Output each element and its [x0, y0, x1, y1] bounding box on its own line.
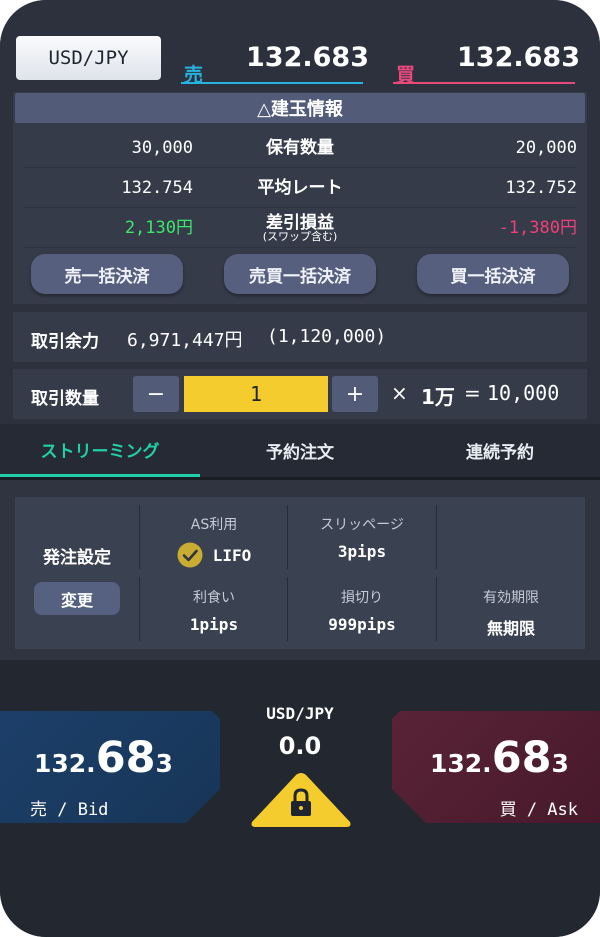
margin-value: 6,971,447円	[127, 330, 243, 351]
as-setting-header: AS利用	[190, 517, 238, 533]
stop-loss-cell[interactable]: 損切り 999pips	[288, 587, 436, 634]
stop-loss-value: 999pips	[328, 615, 396, 634]
quantity-label: 取引数量	[31, 389, 99, 409]
position-row-pnl: 2,130円 差引損益 (スワップ含む) -1,380円	[23, 208, 577, 248]
as-setting-value: LIFO	[212, 545, 252, 565]
bid-price-fraction: 3	[155, 749, 173, 778]
expiry-value: 無期限	[486, 619, 535, 638]
position-row-quantity: 30,000 保有数量 20,000	[23, 128, 577, 168]
margin-bar: 取引余力 6,971,447円 (1,120,000)	[13, 312, 587, 362]
quantity-bar: 取引数量 − 1 + × 1万 = 10,000	[13, 369, 587, 419]
sell-quantity: 30,000	[131, 138, 193, 158]
close-all-sell-button[interactable]: 売一括決済	[31, 254, 183, 294]
check-icon	[177, 542, 203, 568]
ask-price-pips: 68	[491, 733, 552, 783]
order-type-tabs: ストリーミング 予約注文 連続予約	[0, 424, 600, 480]
slippage-value: 3pips	[337, 542, 387, 561]
as-setting-cell[interactable]: AS利用 LIFO	[140, 514, 288, 568]
buy-quantity: 20,000	[515, 138, 577, 158]
quantity-input[interactable]: 1	[184, 376, 328, 412]
take-profit-value: 1pips	[189, 615, 239, 634]
quantity-total: 10,000	[487, 381, 560, 405]
close-all-both-button[interactable]: 売買一括決済	[224, 254, 376, 294]
tab-streaming[interactable]: ストリーミング	[0, 424, 200, 477]
order-settings-card: 発注設定 変更 AS利用 LIFO スリッページ 3pips 利食い 1pips…	[15, 497, 585, 649]
divider	[436, 505, 437, 569]
buy-underline	[393, 82, 575, 84]
trade-pair: USD/JPY	[266, 704, 334, 723]
lock-icon[interactable]	[250, 772, 352, 828]
row-sublabel: (スワップ含む)	[262, 230, 338, 243]
bid-price: 132.683	[34, 733, 173, 783]
ask-label: 買 / Ask	[499, 800, 578, 820]
bid-price-prefix: 132.	[34, 749, 96, 778]
sell-avg-rate: 132.754	[121, 178, 193, 198]
buy-ask-button[interactable]: 132.683 買 / Ask	[392, 711, 600, 823]
sell-underline	[181, 82, 363, 84]
take-profit-cell[interactable]: 利食い 1pips	[140, 587, 288, 634]
tab-continuous-reserve[interactable]: 連続予約	[400, 424, 600, 477]
order-settings-label: 発注設定	[43, 548, 111, 568]
row-label: 保有数量	[266, 138, 334, 158]
quote-header: USD/JPY 売 132.683 買 132.683	[0, 0, 600, 92]
times-sign: ×	[391, 381, 408, 405]
ask-price-prefix: 132.	[430, 749, 492, 778]
row-label: 平均レート	[257, 178, 343, 198]
bid-price-pips: 68	[95, 733, 156, 783]
trade-panel: 132.683 売 / Bid USD/JPY 0.0 132.683 買 / …	[0, 660, 600, 937]
change-settings-button[interactable]: 変更	[34, 582, 120, 615]
equals-sign: =	[464, 381, 481, 405]
order-settings-area: 発注設定 変更 AS利用 LIFO スリッページ 3pips 利食い 1pips…	[0, 480, 600, 660]
close-all-buy-button[interactable]: 買一括決済	[417, 254, 569, 294]
stop-loss-header: 損切り	[341, 590, 383, 606]
expiry-cell[interactable]: 有効期限 無期限	[437, 587, 585, 639]
position-info-toggle[interactable]: △建玉情報	[15, 93, 585, 123]
currency-pair-button[interactable]: USD/JPY	[16, 36, 161, 80]
buy-price: 132.683	[457, 42, 580, 73]
position-info-panel: △建玉情報 30,000 保有数量 20,000 132.754 平均レート 1…	[13, 92, 587, 304]
position-row-avg-rate: 132.754 平均レート 132.752	[23, 168, 577, 208]
quantity-increment-button[interactable]: +	[332, 376, 378, 412]
bid-label: 売 / Bid	[30, 800, 109, 820]
take-profit-header: 利食い	[193, 590, 235, 606]
margin-label: 取引余力	[31, 332, 99, 352]
app-screen: USD/JPY 売 132.683 買 132.683 △建玉情報 30,000…	[0, 0, 600, 937]
ask-price: 132.683	[430, 733, 569, 783]
spread-value: 0.0	[278, 732, 322, 760]
slippage-cell[interactable]: スリッページ 3pips	[288, 514, 436, 561]
tab-reserve-order[interactable]: 予約注文	[200, 424, 400, 477]
sell-pnl: 2,130円	[124, 218, 193, 238]
expiry-header: 有効期限	[483, 590, 539, 606]
slippage-header: スリッページ	[320, 517, 404, 533]
buy-avg-rate: 132.752	[505, 178, 577, 198]
sell-price: 132.683	[246, 42, 369, 73]
quantity-decrement-button[interactable]: −	[133, 376, 179, 412]
sell-bid-button[interactable]: 132.683 売 / Bid	[0, 711, 220, 823]
buy-pnl: -1,380円	[498, 218, 577, 238]
margin-sub-value: (1,120,000)	[267, 326, 387, 347]
ask-price-fraction: 3	[551, 749, 569, 778]
as-setting-value-wrap: LIFO	[140, 542, 288, 568]
unit-label: 1万	[421, 385, 455, 409]
